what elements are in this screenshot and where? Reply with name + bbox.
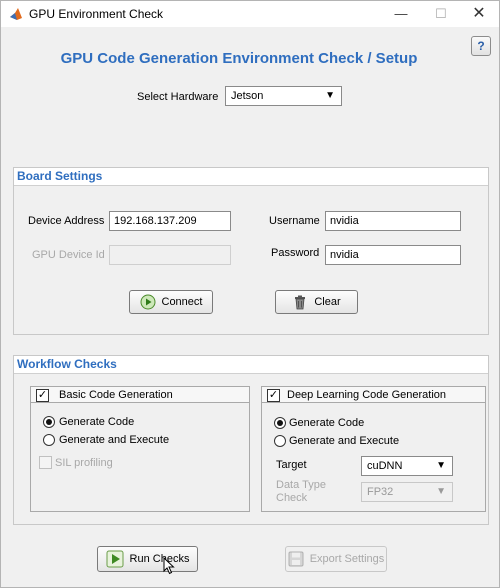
data-type-check-label: Check <box>276 492 308 504</box>
gpu-environment-check-window: GPU Environment Check — ☐ ✕ ? GPU Code G… <box>0 0 500 588</box>
page-title: GPU Code Generation Environment Check / … <box>60 50 418 67</box>
gpu-device-id-input[interactable] <box>109 245 231 265</box>
target-dropdown[interactable]: cuDNN ▼ <box>361 456 453 476</box>
save-disk-icon <box>288 551 304 567</box>
matlab-logo-icon <box>10 8 22 20</box>
hardware-dropdown[interactable]: Jetson ▼ <box>225 86 342 106</box>
device-address-input[interactable]: 192.168.137.209 <box>109 211 231 231</box>
data-type-label: Data Type <box>276 479 326 491</box>
deep-learning-code-generation-checkbox[interactable]: ✓ <box>267 389 280 402</box>
board-settings-panel: Board Settings Device Address 192.168.13… <box>13 167 489 335</box>
basic-generate-execute-label: Generate and Execute <box>59 434 170 446</box>
chevron-down-icon: ▼ <box>325 90 335 101</box>
workflow-checks-title: Workflow Checks <box>14 356 488 374</box>
clear-label: Clear <box>314 296 341 308</box>
target-dropdown-value: cuDNN <box>367 460 403 472</box>
deep-generate-code-label: Generate Code <box>289 417 365 429</box>
connect-button[interactable]: Connect <box>129 290 213 314</box>
basic-code-generation-label: Basic Code Generation <box>59 389 173 401</box>
deep-learning-code-generation-label: Deep Learning Code Generation <box>287 389 447 401</box>
deep-generate-code-radio[interactable] <box>274 417 286 429</box>
clear-button[interactable]: Clear <box>275 290 358 314</box>
window-title: GPU Environment Check <box>29 7 164 21</box>
connect-play-icon <box>140 294 155 310</box>
device-address-label: Device Address <box>28 215 105 227</box>
deep-generate-execute-radio[interactable] <box>274 435 286 447</box>
workflow-checks-panel: Workflow Checks ✓ Basic Code Generation … <box>13 355 489 525</box>
minimize-button[interactable]: — <box>379 3 423 25</box>
basic-generate-code-radio[interactable] <box>43 416 55 428</box>
chevron-down-icon: ▼ <box>436 486 446 497</box>
gpu-device-id-label: GPU Device Id <box>32 249 105 261</box>
export-settings-button[interactable]: Export Settings <box>285 546 387 572</box>
mouse-pointer-icon <box>163 557 175 575</box>
basic-code-generation-group: ✓ Basic Code Generation Generate Code Ge… <box>30 386 250 512</box>
data-type-dropdown[interactable]: FP32 ▼ <box>361 482 453 502</box>
username-input[interactable]: nvidia <box>325 211 461 231</box>
connect-label: Connect <box>161 296 203 308</box>
basic-generate-execute-radio[interactable] <box>43 434 55 446</box>
run-play-icon <box>106 550 124 568</box>
run-checks-button[interactable]: Run Checks <box>97 546 198 572</box>
run-checks-label: Run Checks <box>129 553 190 565</box>
target-label: Target <box>276 459 307 471</box>
select-hardware-label: Select Hardware <box>137 91 219 103</box>
password-label: Password <box>271 247 320 259</box>
password-input[interactable]: nvidia <box>325 245 461 265</box>
export-settings-label: Export Settings <box>309 553 385 565</box>
sil-profiling-label: SIL profiling <box>55 457 113 469</box>
board-settings-title: Board Settings <box>14 168 488 186</box>
sil-profiling-checkbox[interactable] <box>39 456 52 469</box>
chevron-down-icon: ▼ <box>436 460 446 471</box>
basic-code-generation-checkbox[interactable]: ✓ <box>36 389 49 402</box>
trash-icon <box>295 295 306 310</box>
hardware-dropdown-value: Jetson <box>231 90 264 102</box>
basic-generate-code-label: Generate Code <box>59 416 135 428</box>
title-bar: GPU Environment Check — ☐ ✕ <box>1 1 499 27</box>
close-button[interactable]: ✕ <box>457 3 500 25</box>
deep-learning-code-generation-group: ✓ Deep Learning Code Generation Generate… <box>261 386 486 512</box>
deep-generate-execute-label: Generate and Execute <box>289 435 400 447</box>
data-type-dropdown-value: FP32 <box>367 486 394 498</box>
username-label: Username <box>269 215 320 227</box>
